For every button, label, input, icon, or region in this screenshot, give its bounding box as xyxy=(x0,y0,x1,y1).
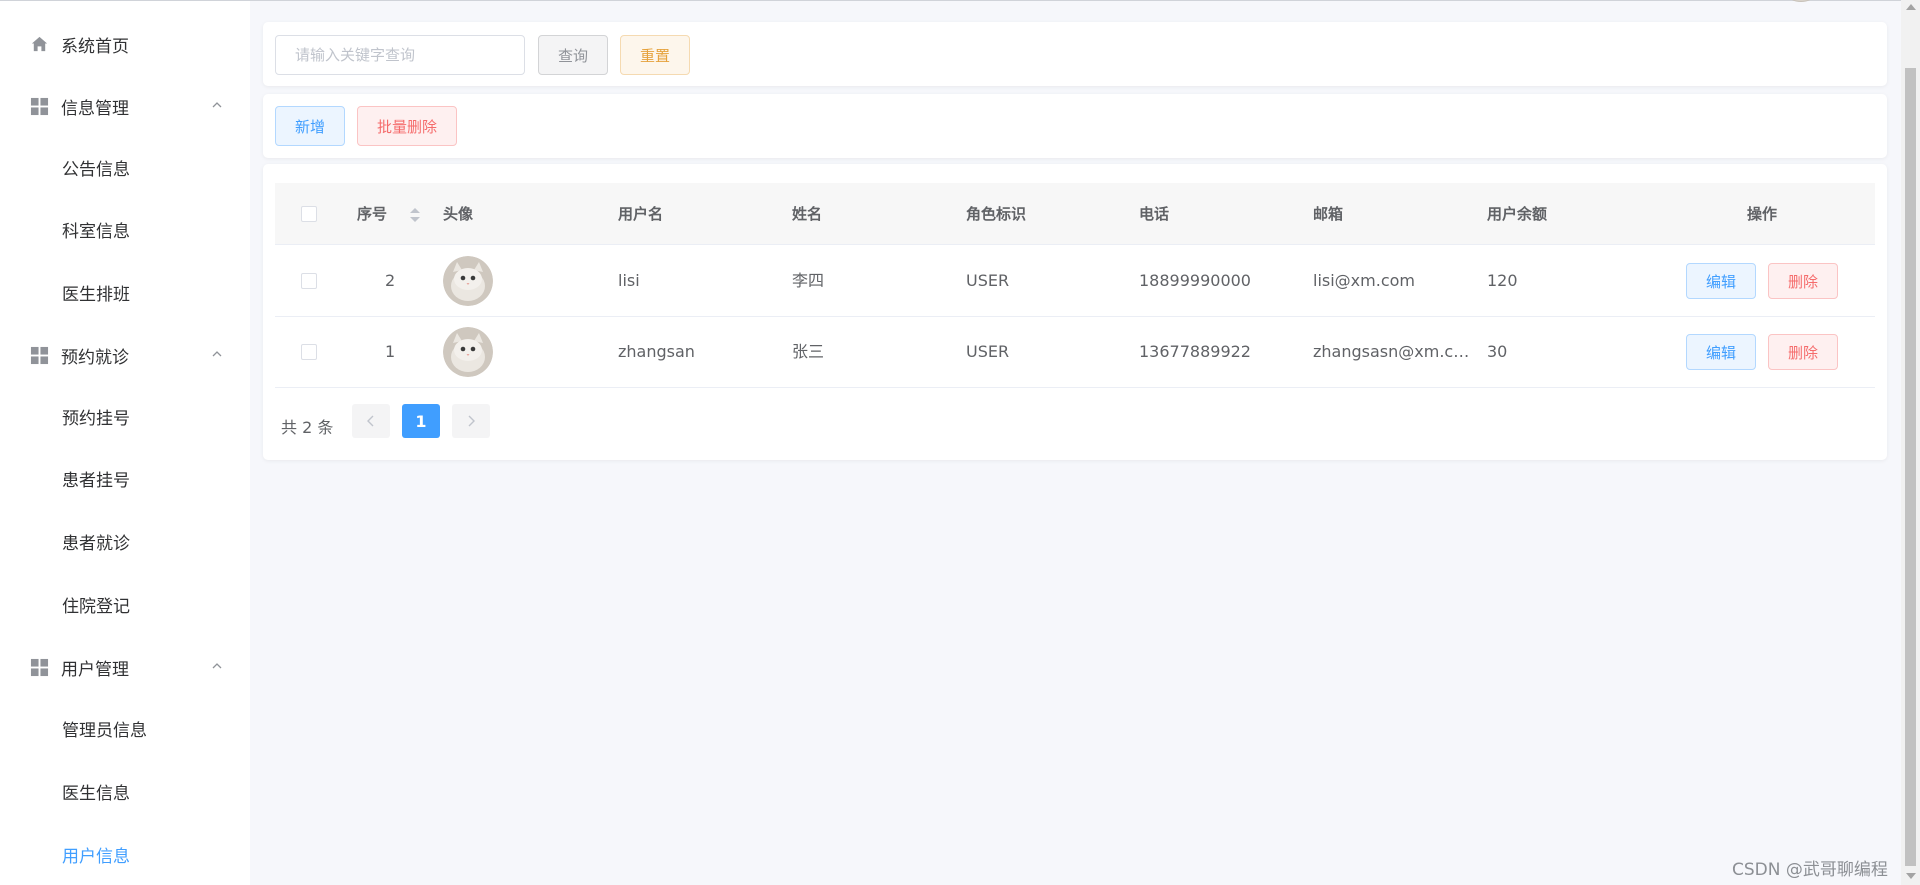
column-header-email: 邮箱 xyxy=(1313,205,1344,223)
chevron-right-icon xyxy=(468,415,475,427)
chevron-up-icon xyxy=(212,102,222,108)
sidebar-group-label: 用户管理 xyxy=(61,659,129,680)
row-checkbox[interactable] xyxy=(301,273,317,289)
sidebar-item-visit[interactable]: 患者就诊 xyxy=(0,519,250,563)
cell-phone: 13677889922 xyxy=(1139,342,1251,361)
sidebar-item-label: 公告信息 xyxy=(62,159,130,180)
cell-id: 2 xyxy=(385,271,396,290)
cell-email: lisi@xm.com xyxy=(1313,271,1415,290)
sidebar-group-users[interactable]: 用户管理 xyxy=(0,645,250,689)
column-header-actions: 操作 xyxy=(1747,205,1778,223)
table-row: 1 zhangsan 张三 USER 13677889922 zhangsasn… xyxy=(275,317,1875,388)
edit-button[interactable]: 编辑 xyxy=(1686,334,1756,370)
cell-id: 1 xyxy=(385,342,396,361)
user-table-card: 序号 头像 用户名 姓名 角色标识 电话 邮箱 用户余额 操作 2 lisi 李 xyxy=(263,164,1887,460)
sidebar-item-notice[interactable]: 公告信息 xyxy=(0,145,250,189)
grid-icon xyxy=(30,658,49,677)
edit-button[interactable]: 编辑 xyxy=(1686,263,1756,299)
avatar xyxy=(443,327,493,377)
cell-balance: 30 xyxy=(1487,342,1508,361)
chevron-left-icon xyxy=(367,415,374,427)
pagination-total: 共 2 条 xyxy=(281,418,334,437)
sidebar-item-registration[interactable]: 患者挂号 xyxy=(0,456,250,500)
sidebar-item-booking[interactable]: 预约挂号 xyxy=(0,394,250,438)
sidebar-item-label: 患者挂号 xyxy=(62,470,130,491)
watermark: CSDN @武哥聊编程 xyxy=(1732,860,1888,880)
grid-icon xyxy=(30,346,49,365)
query-button[interactable]: 查询 xyxy=(538,35,608,75)
sidebar-item-label: 医生排班 xyxy=(62,284,130,305)
column-header-name: 姓名 xyxy=(792,205,823,223)
cat-avatar-image xyxy=(443,327,493,377)
toolbar: 新增 批量删除 xyxy=(263,94,1887,158)
sidebar-item-admin[interactable]: 管理员信息 xyxy=(0,706,250,750)
sidebar-item-schedule[interactable]: 医生排班 xyxy=(0,270,250,314)
column-header-role: 角色标识 xyxy=(966,205,1027,223)
sidebar-item-label: 住院登记 xyxy=(62,596,130,617)
avatar xyxy=(443,256,493,306)
search-bar: 查询 重置 xyxy=(263,22,1887,86)
cell-phone: 18899990000 xyxy=(1139,271,1251,290)
table-header: 序号 头像 用户名 姓名 角色标识 电话 邮箱 用户余额 操作 xyxy=(275,183,1875,245)
sidebar-group-label: 预约就诊 xyxy=(61,347,129,368)
sidebar-item-doctor[interactable]: 医生信息 xyxy=(0,769,250,813)
column-header-phone: 电话 xyxy=(1139,205,1170,223)
chevron-up-icon xyxy=(212,663,222,669)
row-checkbox[interactable] xyxy=(301,344,317,360)
column-header-id[interactable]: 序号 xyxy=(357,183,387,245)
sidebar: 系统首页 信息管理 公告信息 科室信息 医生排班 预约就诊 预约挂号 患者挂号 … xyxy=(0,1,250,885)
cell-role: USER xyxy=(966,342,1010,361)
sidebar-item-label: 患者就诊 xyxy=(62,533,130,554)
delete-button[interactable]: 删除 xyxy=(1768,334,1838,370)
column-header-avatar: 头像 xyxy=(443,205,474,223)
sidebar-item-label: 用户信息 xyxy=(62,846,130,867)
sidebar-item-hospitalization[interactable]: 住院登记 xyxy=(0,582,250,626)
sidebar-item-label: 科室信息 xyxy=(62,221,130,242)
cell-name: 李四 xyxy=(792,271,825,290)
add-button[interactable]: 新增 xyxy=(275,106,345,146)
sidebar-item-label: 管理员信息 xyxy=(62,720,147,741)
sidebar-group-label: 信息管理 xyxy=(61,98,129,119)
sidebar-item-home[interactable]: 系统首页 xyxy=(0,22,250,66)
grid-icon xyxy=(30,97,49,116)
chevron-up-icon xyxy=(212,351,222,357)
sidebar-group-appointment[interactable]: 预约就诊 xyxy=(0,333,250,377)
sidebar-item-department[interactable]: 科室信息 xyxy=(0,207,250,251)
sidebar-item-label: 系统首页 xyxy=(61,36,129,57)
cell-balance: 120 xyxy=(1487,271,1518,290)
home-icon xyxy=(31,36,48,52)
search-input[interactable] xyxy=(275,35,525,75)
column-header-balance: 用户余额 xyxy=(1487,205,1548,223)
cell-username: zhangsan xyxy=(618,342,695,361)
cell-email: zhangsasn@xm.co... xyxy=(1313,342,1473,361)
scroll-down-arrow-icon[interactable] xyxy=(1906,873,1916,879)
cell-role: USER xyxy=(966,271,1010,290)
sidebar-item-user[interactable]: 用户信息 xyxy=(0,832,250,876)
prev-page-button[interactable] xyxy=(352,404,390,438)
select-all-checkbox[interactable] xyxy=(301,206,317,222)
delete-button[interactable]: 删除 xyxy=(1768,263,1838,299)
scroll-up-arrow-icon[interactable] xyxy=(1906,4,1916,10)
scrollbar-thumb[interactable] xyxy=(1905,68,1916,866)
column-header-username: 用户名 xyxy=(618,205,664,223)
top-border xyxy=(0,0,1920,1)
cat-avatar-image xyxy=(443,256,493,306)
next-page-button[interactable] xyxy=(452,404,490,438)
sidebar-item-label: 医生信息 xyxy=(62,783,130,804)
reset-button[interactable]: 重置 xyxy=(620,35,690,75)
sidebar-item-label: 预约挂号 xyxy=(62,408,130,429)
page-number-button[interactable]: 1 xyxy=(402,404,440,438)
cell-name: 张三 xyxy=(792,342,825,361)
sidebar-group-info[interactable]: 信息管理 xyxy=(0,84,250,128)
batch-delete-button[interactable]: 批量删除 xyxy=(357,106,457,146)
sort-icon[interactable] xyxy=(408,205,422,225)
cell-username: lisi xyxy=(618,271,640,290)
vertical-scrollbar[interactable] xyxy=(1901,0,1920,885)
table-row: 2 lisi 李四 USER 18899990000 lisi@xm.com 1… xyxy=(275,246,1875,317)
